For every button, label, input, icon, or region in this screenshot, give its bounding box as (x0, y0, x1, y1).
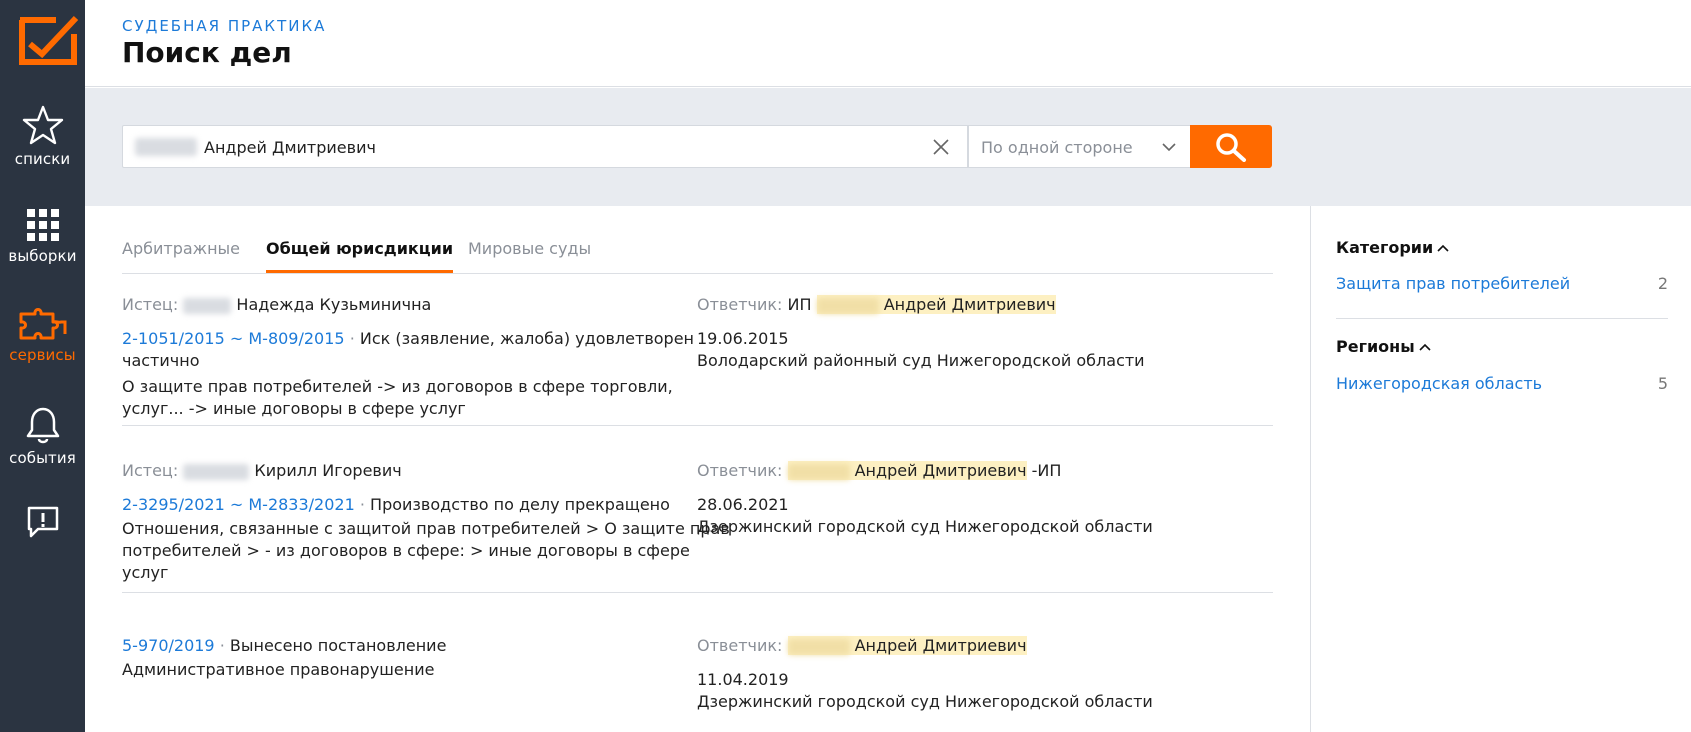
facet-item-count: 2 (1657, 274, 1668, 293)
defendant: Ответчик: Андрей Дмитриевич -ИП (697, 460, 1061, 482)
side-filter-value: По одной стороне (981, 138, 1133, 157)
search-input-value: Андрей Дмитриевич (204, 138, 376, 157)
defendant-name: Андрей Дмитриевич (854, 461, 1027, 480)
chevron-up-icon (1419, 343, 1431, 351)
defendant-name: Андрей Дмитриевич (883, 295, 1056, 314)
plaintiff-label: Истец: (122, 461, 179, 480)
bell-icon (26, 407, 59, 444)
tab-general-jurisdiction[interactable]: Общей юрисдикции (266, 239, 454, 273)
sidebar-item-label: выборки (8, 247, 77, 265)
puzzle-icon (19, 308, 66, 340)
defendant-label: Ответчик: (697, 295, 783, 314)
sidebar-item-feedback[interactable] (0, 505, 85, 539)
redacted-text (183, 297, 232, 314)
case-status: Иск (заявление, жалоба) удовлетворен (359, 329, 694, 348)
case-line: 5-970/2019 · Вынесено постановление (122, 636, 447, 655)
facet-categories-toggle[interactable]: Категории (1336, 238, 1449, 257)
filters-panel: Категории Защита прав потребителей 2 Рег… (1310, 206, 1691, 732)
defendant-label: Ответчик: (697, 461, 783, 480)
facet-title: Категории (1336, 238, 1434, 257)
court-type-tabs: Арбитражные Общей юрисдикции Мировые суд… (122, 206, 1273, 274)
court-name: Дзержинский городской суд Нижегородской … (697, 692, 1153, 711)
defendant-name: Андрей Дмитриевич (854, 636, 1027, 655)
plaintiff: Истец: Кирилл Игоревич (122, 460, 402, 482)
sidebar-item-label: события (9, 449, 76, 467)
tab-magistrates[interactable]: Мировые суды (468, 239, 591, 270)
page-subtitle: СУДЕБНАЯ ПРАКТИКА (122, 17, 327, 35)
facet-item-name[interactable]: Защита прав потребителей (1336, 274, 1570, 293)
sidebar-item-lists[interactable]: списки (0, 104, 85, 168)
search-input[interactable]: Андрей Дмитриевич (122, 125, 968, 168)
plaintiff-name: Надежда Кузьминична (236, 295, 432, 314)
case-status-cont: частично (122, 351, 200, 370)
defendant-highlight: Андрей Дмитриевич (816, 295, 1056, 314)
logo-icon[interactable] (16, 12, 80, 68)
tab-arbitration[interactable]: Арбитражные (122, 239, 240, 270)
case-number-link[interactable]: 2-1051/2015 ~ М-809/2015 (122, 329, 345, 348)
plaintiff-label: Истец: (122, 295, 179, 314)
star-icon (22, 105, 63, 145)
redacted-text (787, 638, 850, 655)
chevron-up-icon (1437, 244, 1449, 252)
case-category: Отношения, связанные с защитой прав потр… (122, 519, 730, 538)
defendant-prefix: ИП (787, 295, 812, 314)
case-category: потребителей > - из договоров в сфере: >… (122, 541, 690, 560)
case-date: 28.06.2021 (697, 495, 789, 514)
case-status: Вынесено постановление (229, 636, 447, 655)
redacted-text (135, 138, 197, 156)
facet-item-count: 5 (1657, 374, 1668, 393)
case-category: услуг (122, 563, 169, 582)
case-line: 2-1051/2015 ~ М-809/2015 · Иск (заявлени… (122, 329, 694, 348)
case-status: Производство по делу прекращено (370, 495, 670, 514)
divider (122, 592, 1273, 593)
court-name: Дзержинский городской суд Нижегородской … (697, 517, 1153, 536)
facet-item[interactable]: Нижегородская область 5 (1336, 374, 1668, 393)
sidebar-item-services[interactable]: сервисы (0, 306, 85, 364)
sidebar-item-label: сервисы (9, 346, 76, 364)
case-date: 19.06.2015 (697, 329, 789, 348)
defendant: Ответчик: ИП Андрей Дмитриевич (697, 294, 1056, 316)
search-panel: Андрей Дмитриевич По одной стороне (85, 88, 1691, 206)
facet-item[interactable]: Защита прав потребителей 2 (1336, 274, 1668, 293)
case-number-link[interactable]: 2-3295/2021 ~ М-2833/2021 (122, 495, 355, 514)
search-icon (1216, 133, 1246, 162)
sidebar-item-label: списки (14, 150, 71, 168)
case-number-link[interactable]: 5-970/2019 (122, 636, 215, 655)
case-category: Административное правонарушение (122, 660, 435, 679)
facet-item-name[interactable]: Нижегородская область (1336, 374, 1542, 393)
plaintiff-name: Кирилл Игоревич (254, 461, 402, 480)
search-button[interactable] (1190, 125, 1272, 168)
page-header: СУДЕБНАЯ ПРАКТИКА Поиск дел (85, 0, 1691, 87)
facet-title: Регионы (1336, 337, 1415, 356)
redacted-text (183, 463, 250, 480)
grid-icon (26, 209, 59, 241)
redacted-text (787, 463, 850, 480)
case-date: 11.04.2019 (697, 670, 789, 689)
sidebar-item-selections[interactable]: выборки (0, 207, 85, 265)
plaintiff: Истец: Надежда Кузьминична (122, 294, 431, 316)
defendant-highlight: Андрей Дмитриевич (787, 461, 1027, 480)
close-icon[interactable] (931, 137, 951, 157)
divider (122, 425, 1273, 426)
redacted-text (816, 297, 879, 314)
defendant-highlight: Андрей Дмитриевич (787, 636, 1027, 655)
case-line: 2-3295/2021 ~ М-2833/2021 · Производство… (122, 495, 670, 514)
side-filter-select[interactable]: По одной стороне (968, 125, 1194, 168)
defendant-label: Ответчик: (697, 636, 783, 655)
defendant-suffix: -ИП (1031, 461, 1062, 480)
case-category: О защите прав потребителей -> из договор… (122, 377, 673, 396)
defendant: Ответчик: Андрей Дмитриевич (697, 635, 1027, 657)
facet-regions-toggle[interactable]: Регионы (1336, 337, 1431, 356)
court-name: Володарский районный суд Нижегородской о… (697, 351, 1145, 370)
case-category: услуг... -> иные договоры в сфере услуг (122, 399, 466, 418)
page-title: Поиск дел (122, 36, 292, 69)
chevron-down-icon (1162, 143, 1176, 152)
divider (1336, 318, 1668, 319)
sidebar: списки выборки сервисы события (0, 0, 85, 732)
feedback-icon (27, 506, 58, 538)
sidebar-item-events[interactable]: события (0, 405, 85, 467)
